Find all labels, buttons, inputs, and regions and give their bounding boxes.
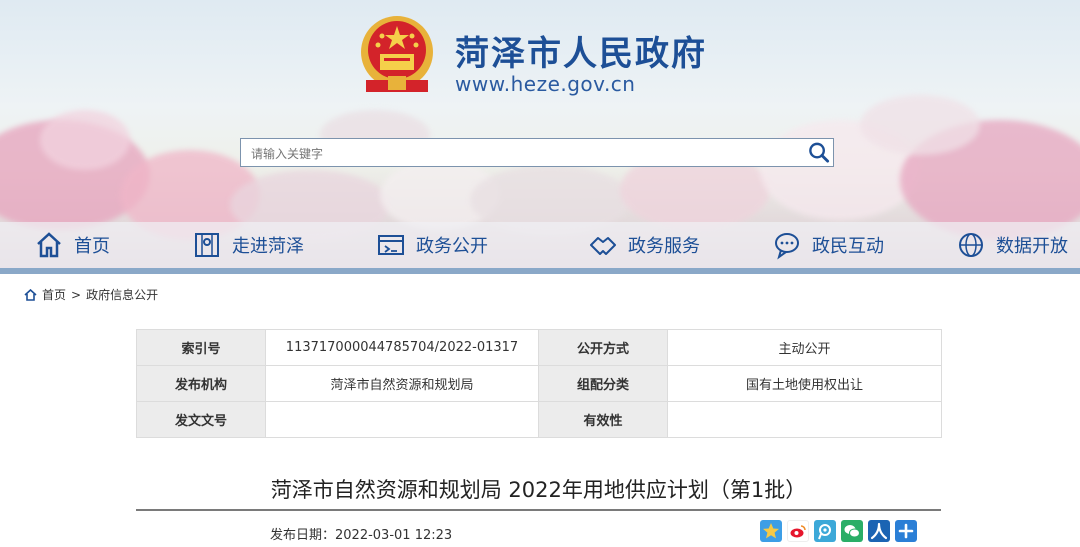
meta-key: 索引号 (136, 329, 266, 366)
nav-item-label: 数据开放 (996, 236, 1068, 257)
home-icon (24, 288, 37, 301)
national-emblem-icon (361, 16, 433, 92)
breadcrumb-home[interactable]: 首页 (42, 286, 66, 303)
title-divider (136, 509, 941, 511)
nav-item-services[interactable]: 政务服务 (588, 222, 700, 268)
site-title: 菏泽市人民政府 (455, 34, 707, 74)
nav-item-home[interactable]: 首页 (34, 222, 110, 268)
breadcrumb-separator: > (71, 287, 82, 302)
home-icon (37, 232, 61, 258)
nav-item-about[interactable]: 走进菏泽 (192, 222, 304, 268)
meta-value: 主动公开 (667, 329, 942, 366)
document-meta-table: 索引号 113717000044785704/2022-01317 公开方式 主… (136, 329, 942, 438)
renren-share-icon[interactable] (868, 520, 890, 542)
search-input[interactable] (249, 143, 803, 164)
share-bar (760, 520, 917, 542)
breadcrumb-section[interactable]: 政府信息公开 (86, 286, 158, 303)
nav-item-label: 首页 (74, 236, 110, 257)
meta-value: 国有土地使用权出让 (667, 365, 942, 402)
more-share-icon[interactable] (895, 520, 917, 542)
qzone-share-icon[interactable] (760, 520, 782, 542)
nav-item-interaction[interactable]: 政民互动 (772, 222, 884, 268)
meta-value: 113717000044785704/2022-01317 (265, 329, 539, 366)
site-url: www.heze.gov.cn (455, 72, 636, 96)
breadcrumb: 首页 > 政府信息公开 (24, 286, 158, 303)
nav-item-label: 政民互动 (812, 236, 884, 257)
table-row: 发文文号 有效性 (136, 401, 942, 438)
nav-item-open-data[interactable]: 数据开放 (956, 222, 1068, 268)
meta-key: 组配分类 (538, 365, 668, 402)
handshake-icon (590, 237, 616, 255)
publish-info: 发布日期：2022-03-01 12:23 (270, 524, 452, 543)
meta-key: 公开方式 (538, 329, 668, 366)
nav-item-label: 走进菏泽 (232, 236, 304, 257)
meta-value: 菏泽市自然资源和规划局 (265, 365, 539, 402)
meta-value (667, 401, 942, 438)
search-box (240, 138, 834, 167)
nav-item-gov-affairs[interactable]: 政务公开 (376, 222, 488, 268)
tencent-weibo-share-icon[interactable] (814, 520, 836, 542)
wechat-share-icon[interactable] (841, 520, 863, 542)
weibo-share-icon[interactable] (787, 520, 809, 542)
map-icon (195, 233, 219, 257)
nav-item-label: 政务服务 (628, 236, 700, 257)
meta-key: 发文文号 (136, 401, 266, 438)
publish-label: 发布日期： (270, 528, 336, 543)
table-row: 发布机构 菏泽市自然资源和规划局 组配分类 国有土地使用权出让 (136, 365, 942, 402)
article-title: 菏泽市自然资源和规划局 2022年用地供应计划（第1批） (270, 478, 807, 502)
window-icon (378, 235, 404, 255)
nav-item-label: 政务公开 (416, 236, 488, 257)
search-icon[interactable] (807, 141, 831, 164)
meta-key: 有效性 (538, 401, 668, 438)
header-banner: 菏泽市人民政府 www.heze.gov.cn 首页 走进菏泽 (0, 0, 1080, 268)
main-nav: 首页 走进菏泽 政务公开 政务服务 政民互动 数据开放 (0, 222, 1080, 268)
meta-value (265, 401, 539, 438)
nav-divider (0, 268, 1080, 274)
globe-icon (959, 233, 983, 257)
chat-icon (775, 233, 799, 260)
table-row: 索引号 113717000044785704/2022-01317 公开方式 主… (136, 329, 942, 366)
publish-date: 2022-03-01 12:23 (335, 528, 453, 543)
meta-key: 发布机构 (136, 365, 266, 402)
